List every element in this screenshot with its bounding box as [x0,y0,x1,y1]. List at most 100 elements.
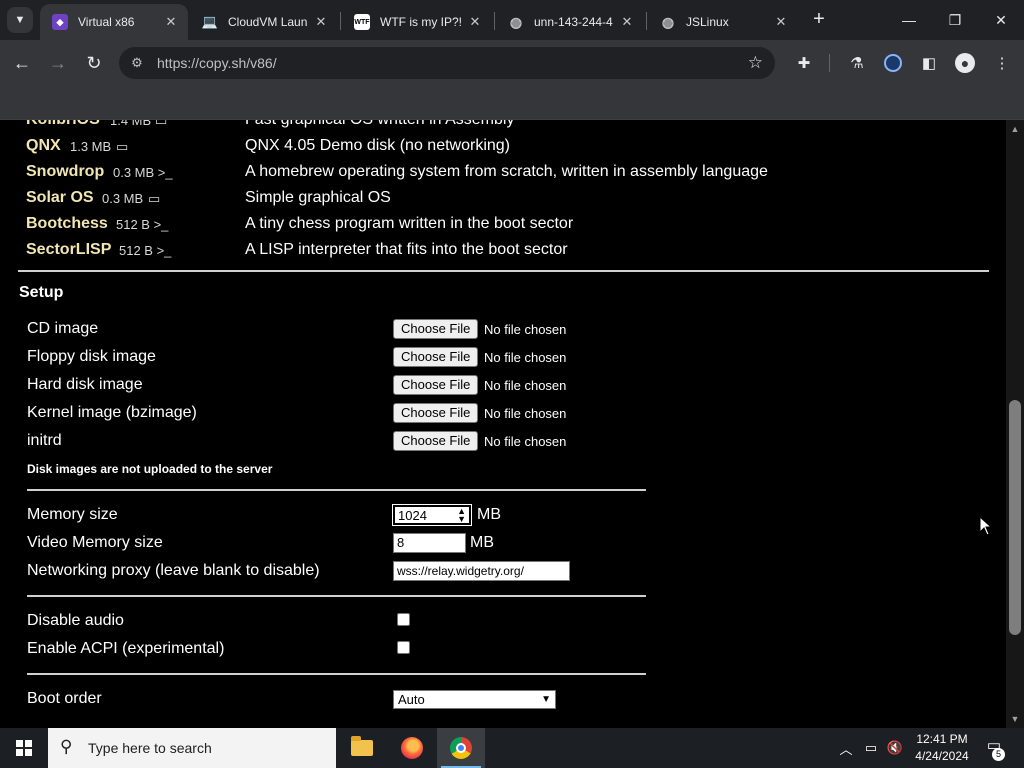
bookmark-star-icon[interactable]: ☆ [748,53,763,73]
volume-muted-icon[interactable]: 🔇 [884,728,906,768]
back-button[interactable]: ← [10,51,34,75]
tab-virtual-x86[interactable]: ◆ Virtual x86 ✕ [40,4,188,40]
site-info-icon[interactable]: ⚙ [129,55,145,71]
extensions-icon[interactable]: ✚ [792,51,816,75]
os-size: 1.4 MB [110,120,152,128]
restore-button[interactable]: ❐ [932,0,978,40]
spinner-arrows-icon[interactable]: ▲ ▼ [457,507,466,524]
video-memory-input[interactable]: 8 [393,533,466,553]
os-name[interactable]: Solar OS [26,189,94,207]
tab-cloudvm[interactable]: 💻 CloudVM Laun ✕ [190,4,338,40]
setup-divider [27,489,646,491]
close-window-button[interactable]: ✕ [978,0,1024,40]
tab-wtf-is-my-ip[interactable]: WTF WTF is my IP?! ✕ [342,4,492,40]
enable-acpi-checkbox[interactable] [397,641,410,654]
taskbar-search-box[interactable]: ⚲ Type here to search [48,728,336,768]
laptop-icon: ▭ [155,120,168,128]
os-name[interactable]: Bootchess [26,215,108,233]
scrollbar-thumb[interactable] [1009,400,1021,635]
clock-date: 4/24/2024 [915,749,969,763]
page-content: KolibriOS 1.4 MB ▭ Fast graphical OS wri… [0,120,1006,728]
os-size: 1.3 MB [70,139,112,154]
disable-audio-label: Disable audio [27,612,124,629]
bookmark-bar [0,86,1024,120]
upload-note: Disk images are not uploaded to the serv… [27,462,273,476]
url-text: https://copy.sh/v86/ [157,55,277,71]
hard-disk-image-choose-file-button[interactable]: Choose File [393,375,479,395]
profile-avatar-icon[interactable]: ● [953,51,977,75]
browser-menu-icon[interactable]: ⋮ [990,51,1014,75]
scroll-down-arrow-icon[interactable]: ▼ [1006,714,1024,724]
tab-jslinux[interactable]: ◍ JSLinux ✕ [648,4,798,40]
notification-count-badge: 5 [992,748,1005,761]
windows-logo-icon [16,740,32,756]
os-name[interactable]: SectorLISP [26,241,111,259]
tab-search-button[interactable]: ▼ [7,7,33,33]
cd-image-label: CD image [27,320,99,337]
page-scrollbar[interactable]: ▲ ▼ [1006,120,1024,728]
memory-size-unit: MB [477,506,501,523]
extension-circle-icon[interactable] [881,51,905,75]
os-size: 512 B >_ [116,217,169,232]
hard-disk-image-label: Hard disk image [27,376,143,393]
labs-flask-icon[interactable]: ⚗ [845,51,869,75]
os-name[interactable]: Snowdrop [26,163,104,181]
initrd-choose-file-button[interactable]: Choose File [393,431,479,451]
os-description: QNX 4.05 Demo disk (no networking) [245,137,510,154]
new-tab-button[interactable]: + [808,8,830,30]
taskbar-clock[interactable]: 12:41 PM 4/24/2024 [906,731,978,765]
chevron-down-icon: ▼ [541,694,551,705]
floppy-image-label: Floppy disk image [27,348,156,365]
search-placeholder: Type here to search [88,740,212,756]
networking-proxy-input[interactable]: wss://relay.widgetry.org/ [393,561,570,581]
notification-center-button[interactable]: ▭ 5 [982,736,1006,761]
browser-tab-strip: ▼ ◆ Virtual x86 ✕ 💻 CloudVM Laun ✕ WTF W… [0,0,1024,40]
close-tab-icon[interactable]: ✕ [618,14,636,30]
os-description: Simple graphical OS [245,189,391,206]
cd-image-choose-file-button[interactable]: Choose File [393,319,479,339]
disable-audio-checkbox[interactable] [397,613,410,626]
setup-heading: Setup [19,284,64,301]
tab-divider [494,12,495,30]
toolbar-divider [829,54,830,72]
memory-size-input[interactable]: 1024 ▲ ▼ [392,504,472,526]
initrd-file-status: No file chosen [484,434,567,449]
wtf-icon: WTF [354,14,370,30]
chrome-button[interactable] [437,728,485,768]
os-name[interactable]: KolibriOS [26,120,100,129]
mouse-cursor-icon [979,516,993,536]
setup-divider [27,595,646,597]
folder-icon [351,736,373,756]
floppy-image-choose-file-button[interactable]: Choose File [393,347,479,367]
close-tab-icon[interactable]: ✕ [312,14,330,30]
show-hidden-icons-chevron-icon[interactable]: ︿ [836,728,856,768]
setup-divider [27,673,646,675]
close-tab-icon[interactable]: ✕ [466,14,484,30]
reload-button[interactable]: ↻ [82,51,106,75]
cd-image-file-status: No file chosen [484,322,567,337]
network-icon[interactable]: ▭ [860,728,882,768]
scroll-up-arrow-icon[interactable]: ▲ [1006,124,1024,134]
os-description: Fast graphical OS written in Assembly [245,120,514,129]
boot-order-select[interactable]: Auto ▼ [393,690,556,709]
laptop-icon: ▭ [116,139,129,154]
side-panel-icon[interactable]: ◧ [917,51,941,75]
file-explorer-button[interactable] [338,728,386,768]
kernel-image-choose-file-button[interactable]: Choose File [393,403,479,423]
minimize-button[interactable]: — [886,0,932,40]
kernel-image-file-status: No file chosen [484,406,567,421]
start-button[interactable] [0,728,48,768]
firefox-button[interactable] [388,728,436,768]
hard-disk-image-file-status: No file chosen [484,378,567,393]
kernel-image-label: Kernel image (bzimage) [27,404,197,421]
globe-icon: ◍ [509,13,523,30]
os-description: A tiny chess program written in the boot… [245,215,574,232]
address-bar[interactable]: ⚙ https://copy.sh/v86/ ☆ [119,47,775,79]
laptop-icon: 💻 [201,14,219,29]
close-tab-icon[interactable]: ✕ [772,14,790,30]
close-tab-icon[interactable]: ✕ [162,14,180,30]
tab-unn-143[interactable]: ◍ unn-143-244-4 ✕ [496,4,644,40]
os-name[interactable]: QNX [26,137,61,155]
search-icon: ⚲ [60,737,73,756]
forward-button[interactable]: → [46,51,70,75]
